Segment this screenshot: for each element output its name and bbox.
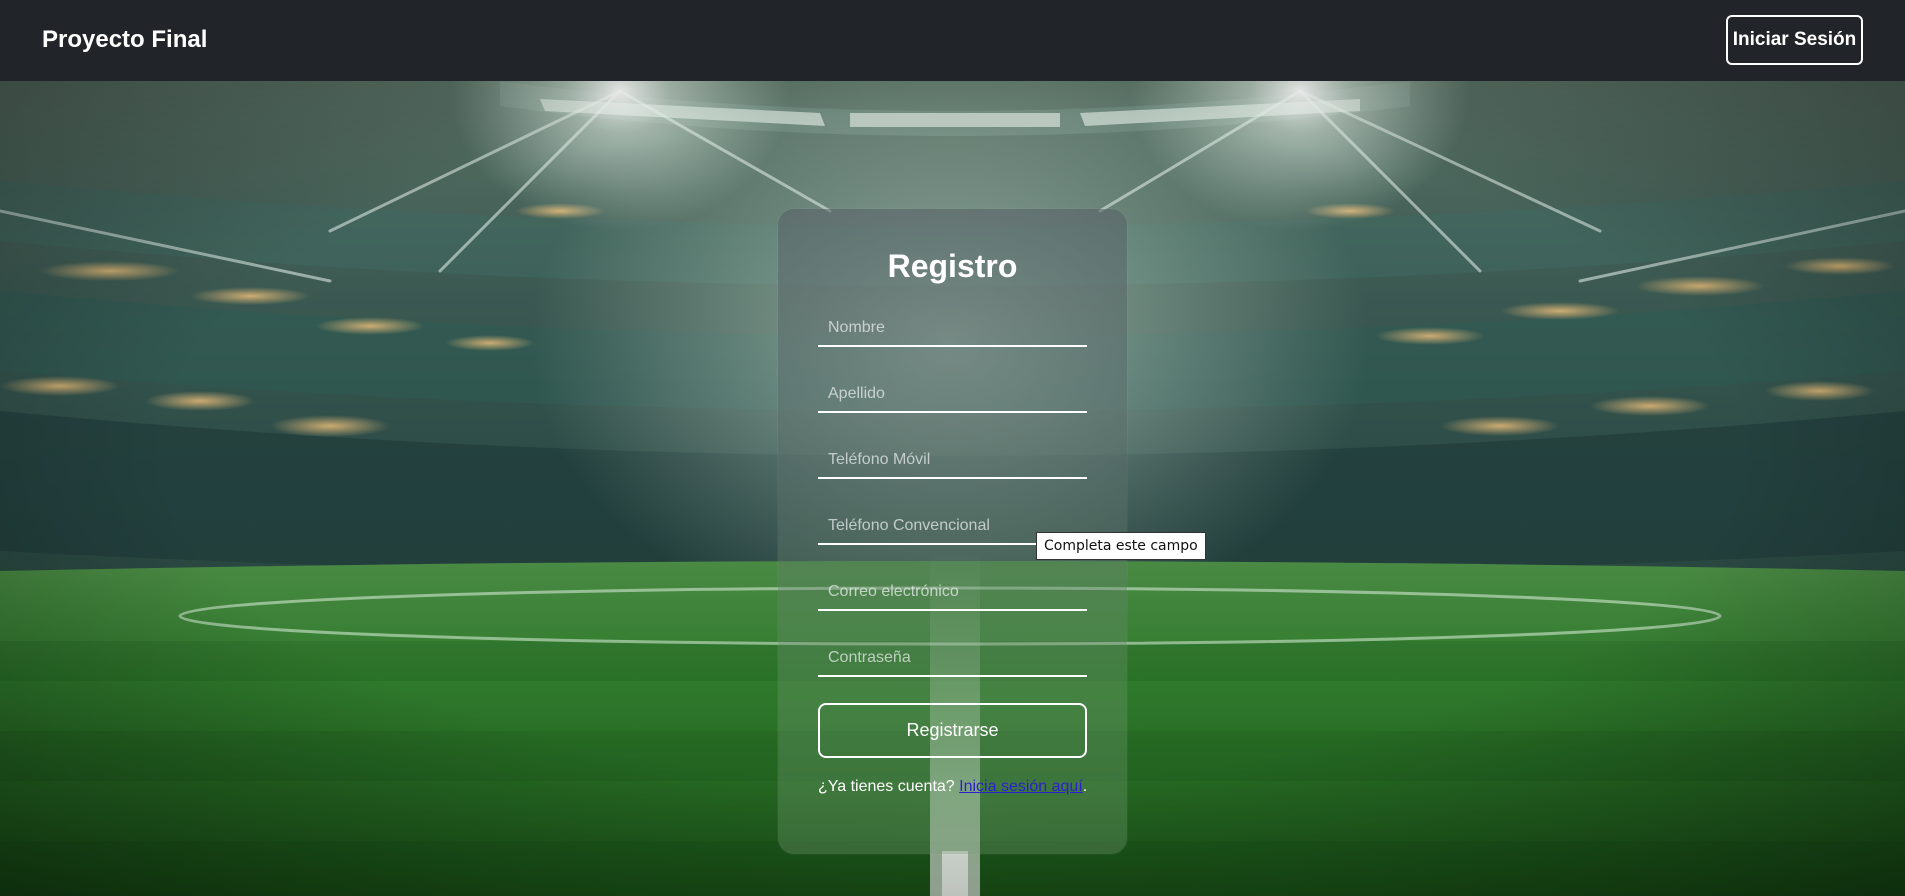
login-prompt-text: ¿Ya tienes cuenta?: [818, 778, 955, 795]
login-prompt-period: .: [1082, 778, 1088, 795]
password-input[interactable]: [818, 641, 1087, 677]
navbar: Proyecto Final Iniciar Sesión: [0, 0, 1905, 81]
last-name-input[interactable]: [818, 377, 1087, 413]
email-input[interactable]: [818, 575, 1087, 611]
login-prompt: ¿Ya tienes cuenta? Inicia sesión aquí.: [818, 777, 1098, 797]
register-title: Registro: [887, 248, 1018, 284]
validation-tooltip: Completa este campo: [1036, 532, 1206, 560]
register-button[interactable]: Registrarse: [818, 703, 1087, 758]
login-link[interactable]: Inicia sesión aquí: [959, 778, 1083, 795]
brand-title[interactable]: Proyecto Final: [42, 26, 207, 54]
mobile-phone-input[interactable]: [818, 443, 1087, 479]
login-button[interactable]: Iniciar Sesión: [1726, 15, 1863, 65]
first-name-input[interactable]: [818, 311, 1087, 347]
